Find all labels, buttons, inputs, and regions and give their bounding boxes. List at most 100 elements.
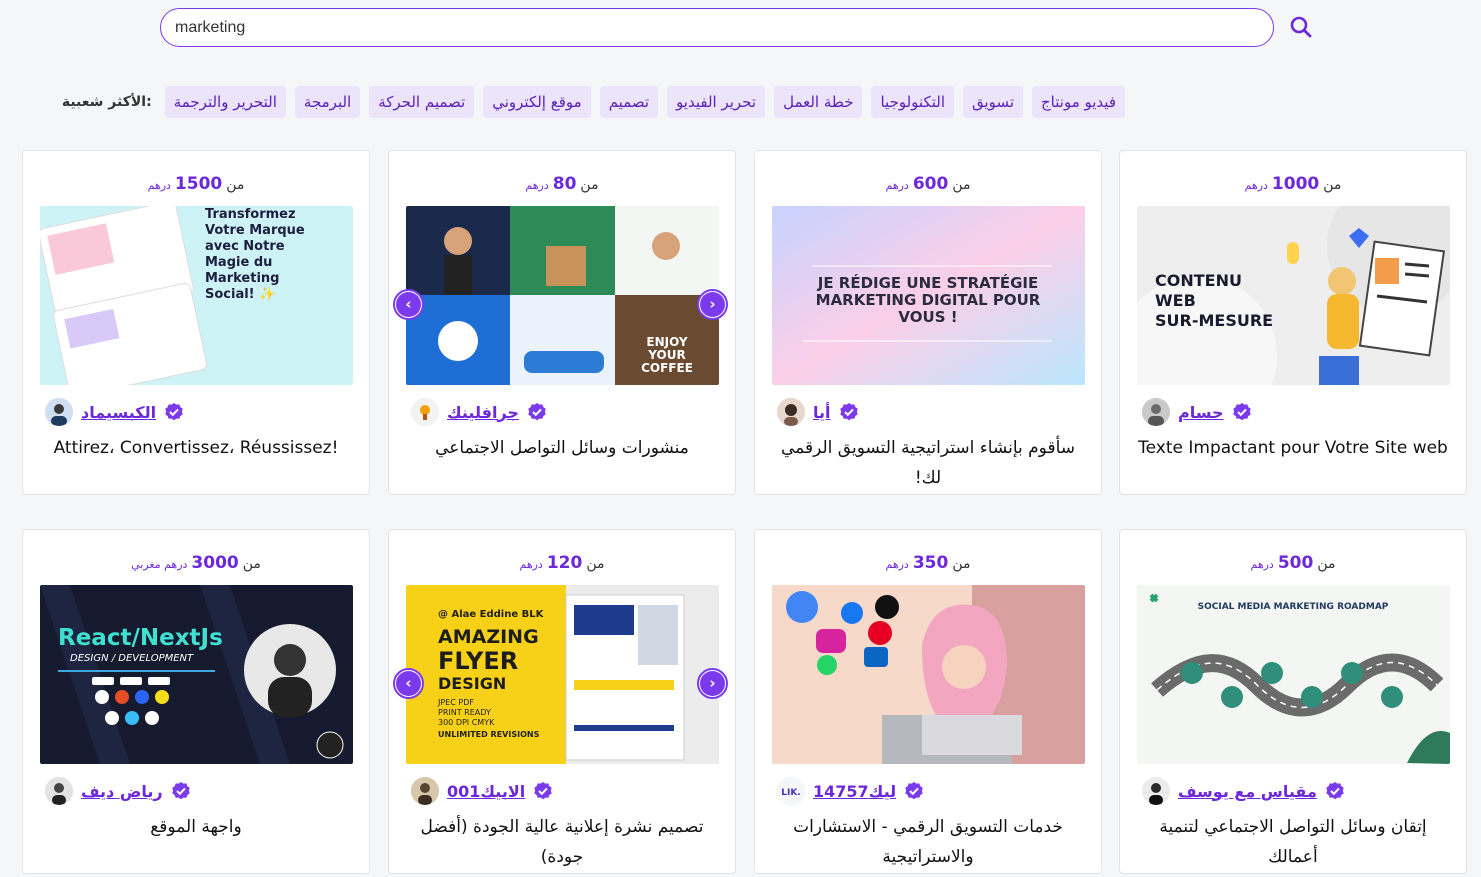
gig-thumbnail[interactable] bbox=[772, 585, 1085, 764]
seller-info: حسام bbox=[1142, 398, 1252, 426]
gig-card[interactable]: من350درهم LIK. ليك14757 خدمات التسويق ال… bbox=[754, 529, 1102, 874]
gig-price: من3000درهم مغربي bbox=[131, 553, 261, 573]
gig-price: من500درهم bbox=[1250, 553, 1336, 573]
verified-badge-icon bbox=[839, 403, 858, 421]
search-input[interactable] bbox=[160, 8, 1274, 47]
tag-technology[interactable]: التكنولوجيا bbox=[871, 86, 954, 118]
gig-title[interactable]: خدمات التسويق الرقمي - الاستشارات والاست… bbox=[769, 812, 1087, 872]
svg-text:DESIGN / DEVELOPMENT: DESIGN / DEVELOPMENT bbox=[70, 653, 194, 664]
seller-name[interactable]: مقياس مع يوسف bbox=[1178, 782, 1317, 801]
seller-avatar[interactable] bbox=[45, 398, 73, 426]
search-button[interactable] bbox=[1289, 15, 1313, 39]
seller-name[interactable]: حسام bbox=[1178, 403, 1224, 422]
seller-info: رياض ديف bbox=[45, 777, 191, 805]
chevron-left-icon: ‹ bbox=[396, 292, 421, 317]
seller-avatar[interactable] bbox=[45, 777, 73, 805]
seller-name[interactable]: رياض ديف bbox=[81, 782, 163, 801]
seller-avatar[interactable] bbox=[1142, 398, 1170, 426]
svg-text:Magie du: Magie du bbox=[205, 255, 272, 270]
search-icon bbox=[1290, 16, 1312, 38]
svg-text:Social! ✨: Social! ✨ bbox=[205, 286, 275, 302]
seller-name[interactable]: الابيك001 bbox=[447, 782, 525, 801]
gig-thumbnail[interactable]: @ Alae Eddine BLK AMAZING FLYER DESIGN J… bbox=[406, 585, 719, 764]
tag-editing-translation[interactable]: التحرير والترجمة bbox=[164, 86, 286, 118]
gig-thumbnail[interactable]: Transformez Votre Marque avec Notre Magi… bbox=[40, 206, 353, 385]
popular-tags: فيديو مونتاج تسويق التكنولوجيا خطة العمل… bbox=[62, 86, 1125, 118]
gig-thumbnail[interactable]: ENJOY YOUR COFFEE bbox=[406, 206, 719, 385]
svg-text:JE RÉDIGE UNE STRATÉGIE: JE RÉDIGE UNE STRATÉGIE bbox=[817, 273, 1039, 292]
gig-price: من1500درهم bbox=[147, 174, 245, 194]
tag-motion-design[interactable]: تصميم الحركة bbox=[369, 86, 475, 118]
tag-video-montage[interactable]: فيديو مونتاج bbox=[1032, 86, 1125, 118]
tag-website[interactable]: موقع إلكتروني bbox=[483, 86, 591, 118]
verified-badge-icon bbox=[171, 782, 190, 800]
svg-text:Votre Marque: Votre Marque bbox=[205, 223, 305, 238]
seller-info: أيا bbox=[777, 398, 859, 426]
carousel-prev-button[interactable]: ‹ bbox=[393, 289, 424, 320]
tag-video-editing[interactable]: تحرير الفيديو bbox=[667, 86, 766, 118]
gig-title[interactable]: Attirez، Convertissez، Réussissez! bbox=[37, 433, 355, 463]
gig-card[interactable]: من3000درهم مغربي React/NextJs DESIGN / D… bbox=[22, 529, 370, 874]
seller-info: LIK. ليك14757 bbox=[777, 777, 924, 805]
gig-card[interactable]: من1500درهم Transformez Votre Marque avec… bbox=[22, 150, 370, 495]
gig-price: من350درهم bbox=[885, 553, 971, 573]
gig-card[interactable]: من80درهم ENJOY YOUR COFFEE ‹ › جرافلينك … bbox=[388, 150, 736, 495]
svg-text:LIK.: LIK. bbox=[781, 788, 800, 798]
gig-card[interactable]: من500درهم SOCIAL MEDIA MARKETING ROADMAP… bbox=[1119, 529, 1467, 874]
tag-programming[interactable]: البرمجة bbox=[294, 86, 361, 118]
svg-text:Marketing: Marketing bbox=[205, 271, 279, 286]
seller-info: الكبسيماد bbox=[45, 398, 184, 426]
seller-name[interactable]: جرافلينك bbox=[447, 403, 519, 422]
verified-badge-icon bbox=[528, 403, 546, 421]
seller-name[interactable]: ليك14757 bbox=[813, 782, 896, 801]
carousel-next-button[interactable]: › bbox=[697, 289, 728, 320]
svg-text:JPEC PDF: JPEC PDF bbox=[437, 698, 474, 707]
seller-avatar[interactable]: LIK. bbox=[777, 777, 805, 805]
gig-thumbnail[interactable]: JE RÉDIGE UNE STRATÉGIE MARKETING DIGITA… bbox=[772, 206, 1085, 385]
verified-badge-icon bbox=[905, 782, 923, 800]
gig-card[interactable]: من600درهم JE RÉDIGE UNE STRATÉGIE MARKET… bbox=[754, 150, 1102, 495]
seller-info: جرافلينك bbox=[411, 398, 547, 426]
chevron-right-icon: › bbox=[700, 292, 725, 317]
svg-text:ENJOY: ENJOY bbox=[646, 335, 687, 349]
carousel-next-button[interactable]: › bbox=[697, 668, 728, 699]
svg-text:SOCIAL MEDIA MARKETING ROADMAP: SOCIAL MEDIA MARKETING ROADMAP bbox=[1198, 602, 1389, 612]
gig-title[interactable]: سأقوم بإنشاء استراتيجية التسويق الرقمي ل… bbox=[769, 433, 1087, 493]
seller-info: مقياس مع يوسف bbox=[1142, 777, 1345, 805]
seller-avatar[interactable] bbox=[777, 398, 805, 426]
gig-title[interactable]: منشورات وسائل التواصل الاجتماعي bbox=[403, 433, 721, 463]
seller-avatar[interactable] bbox=[411, 398, 439, 426]
gig-title[interactable]: Texte Impactant pour Votre Site web bbox=[1134, 433, 1452, 463]
gig-card[interactable]: من120درهم @ Alae Eddine BLK AMAZING FLYE… bbox=[388, 529, 736, 874]
svg-text:300 DPI CMYK: 300 DPI CMYK bbox=[438, 718, 495, 727]
tag-business-plan[interactable]: خطة العمل bbox=[774, 86, 863, 118]
seller-name[interactable]: الكبسيماد bbox=[81, 403, 156, 422]
gig-thumbnail[interactable]: React/NextJs DESIGN / DEVELOPMENT bbox=[40, 585, 353, 764]
gig-price: من120درهم bbox=[519, 553, 605, 573]
carousel-prev-button[interactable]: ‹ bbox=[393, 668, 424, 699]
gig-title[interactable]: إتقان وسائل التواصل الاجتماعي لتنمية أعم… bbox=[1134, 812, 1452, 872]
gig-card[interactable]: من1000درهم CONTENU WEB SUR-MESURE حسام T… bbox=[1119, 150, 1467, 495]
seller-avatar[interactable] bbox=[411, 777, 439, 805]
seller-info: الابيك001 bbox=[411, 777, 553, 805]
svg-text:React/NextJs: React/NextJs bbox=[58, 625, 223, 651]
gig-price: من80درهم bbox=[525, 174, 599, 194]
popular-label: :الأكثر شعبية bbox=[61, 94, 152, 110]
svg-text:YOUR: YOUR bbox=[647, 348, 685, 362]
tag-marketing[interactable]: تسويق bbox=[963, 86, 1023, 118]
verified-badge-icon bbox=[1326, 782, 1344, 800]
chevron-right-icon: › bbox=[700, 671, 725, 696]
svg-text:PRINT READY: PRINT READY bbox=[438, 708, 491, 717]
svg-text:WEB: WEB bbox=[1155, 291, 1196, 310]
search-bar bbox=[160, 8, 1274, 47]
gig-thumbnail[interactable]: CONTENU WEB SUR-MESURE bbox=[1137, 206, 1450, 385]
seller-avatar[interactable] bbox=[1142, 777, 1170, 805]
gig-thumbnail[interactable]: SOCIAL MEDIA MARKETING ROADMAP bbox=[1137, 585, 1450, 764]
seller-name[interactable]: أيا bbox=[813, 403, 831, 422]
tag-design[interactable]: تصميم bbox=[599, 86, 659, 118]
gig-title[interactable]: واجهة الموقع bbox=[37, 812, 355, 842]
gig-title[interactable]: تصميم نشرة إعلانية عالية الجودة (أفضل جو… bbox=[403, 812, 721, 872]
svg-text:SUR-MESURE: SUR-MESURE bbox=[1155, 311, 1273, 330]
svg-text:DESIGN: DESIGN bbox=[438, 674, 506, 693]
svg-text:@ Alae Eddine BLK: @ Alae Eddine BLK bbox=[438, 609, 545, 620]
